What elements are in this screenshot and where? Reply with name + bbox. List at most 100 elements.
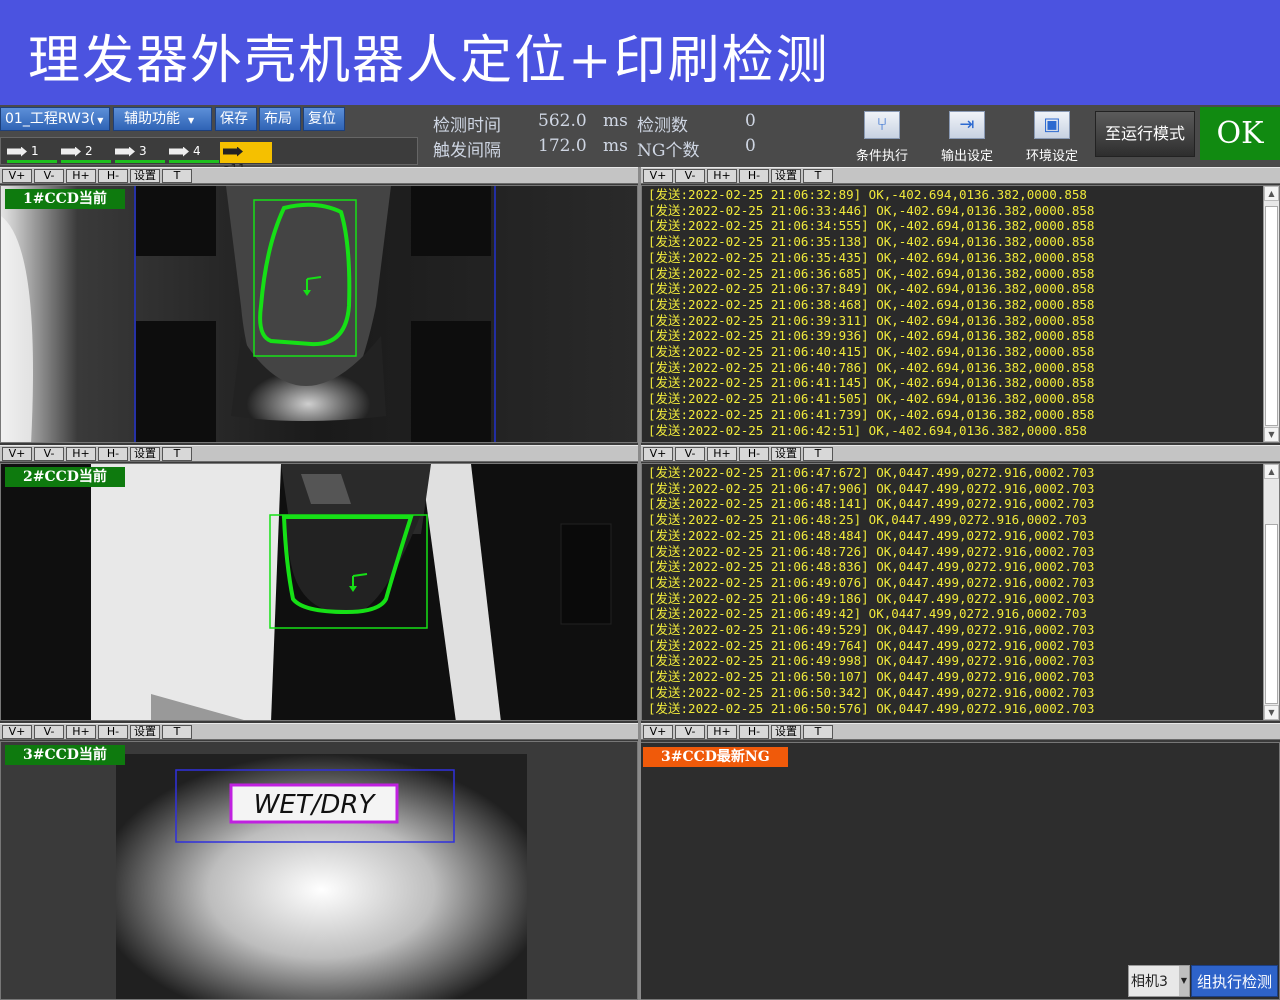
- zoom-v-plus-button[interactable]: V+: [2, 725, 32, 739]
- log2-lines: [发送:2022-02-25 21:06:47:672] OK,0447.499…: [648, 465, 1094, 716]
- zoom-h-plus-button[interactable]: H+: [66, 169, 96, 183]
- env-setting-label: 环境设定: [1025, 149, 1078, 164]
- t-button[interactable]: T: [162, 169, 192, 183]
- camera-tab-3[interactable]: 3: [115, 142, 165, 163]
- ng-toolstrip: V+ V- H+ H- 设置 T: [641, 723, 1280, 740]
- scroll-down-icon[interactable]: ▼: [1264, 427, 1279, 442]
- zoom-v-minus-button[interactable]: V-: [675, 447, 705, 461]
- t-button[interactable]: T: [803, 725, 833, 739]
- zoom-h-minus-button[interactable]: H-: [739, 725, 769, 739]
- camera-icon: [115, 146, 135, 157]
- t-button[interactable]: T: [803, 447, 833, 461]
- zoom-h-minus-button[interactable]: H-: [98, 725, 128, 739]
- zoom-v-minus-button[interactable]: V-: [34, 447, 64, 461]
- zoom-h-minus-button[interactable]: H-: [98, 169, 128, 183]
- zoom-v-plus-button[interactable]: V+: [2, 447, 32, 461]
- camera-select[interactable]: 相机3 ▼: [1128, 965, 1190, 997]
- settings-button[interactable]: 设置: [130, 447, 160, 461]
- log-line: [发送:2022-02-25 21:06:48:836] OK,0447.499…: [648, 559, 1095, 575]
- detect-count-label: 检测数: [637, 116, 688, 136]
- zoom-h-minus-button[interactable]: H-: [739, 447, 769, 461]
- ccd2-image: [1, 464, 637, 720]
- ccd3-ng-label: 3#CCD最新NG: [643, 747, 788, 767]
- output-setting-button[interactable]: ⇥ 输出设定: [933, 111, 1001, 164]
- settings-button[interactable]: 设置: [771, 725, 801, 739]
- result-status-badge: OK: [1200, 107, 1280, 160]
- camera-icon: [169, 146, 189, 157]
- chevron-down-icon: ▼: [1179, 966, 1189, 996]
- zoom-h-minus-button[interactable]: H-: [98, 447, 128, 461]
- tab-indicator: [61, 160, 111, 163]
- settings-button[interactable]: 设置: [130, 725, 160, 739]
- settings-button[interactable]: 设置: [771, 169, 801, 183]
- zoom-v-minus-button[interactable]: V-: [675, 169, 705, 183]
- log-line: [发送:2022-02-25 21:06:49:529] OK,0447.499…: [648, 622, 1095, 638]
- log-line: [发送:2022-02-25 21:06:34:555] OK,-402.694…: [648, 218, 1095, 234]
- camera-tab-1[interactable]: 1: [7, 142, 57, 163]
- camera-tab-all[interactable]: a11: [220, 142, 272, 176]
- log-line: [发送:2022-02-25 21:06:42:51] OK,-402.694,…: [648, 422, 1087, 438]
- ccd3-ng-pane[interactable]: 3#CCD最新NG: [640, 742, 1280, 1000]
- log1-scrollbar[interactable]: ▲ ▼: [1263, 186, 1279, 442]
- aux-function-button[interactable]: 辅助功能 ▼: [113, 107, 212, 131]
- detect-time-label: 检测时间: [433, 116, 501, 136]
- zoom-h-plus-button[interactable]: H+: [707, 725, 737, 739]
- ng-count-label: NG个数: [637, 141, 700, 161]
- layout-button[interactable]: 布局: [259, 107, 301, 131]
- zoom-h-plus-button[interactable]: H+: [66, 447, 96, 461]
- scroll-up-icon[interactable]: ▲: [1264, 464, 1279, 479]
- log-line: [发送:2022-02-25 21:06:41:739] OK,-402.694…: [648, 406, 1095, 422]
- ccd3-image-pane[interactable]: WET/DRY 3#CCD当前: [0, 741, 638, 1000]
- scroll-down-icon[interactable]: ▼: [1264, 705, 1279, 720]
- scroll-thumb[interactable]: [1265, 206, 1278, 426]
- camera-tab-2[interactable]: 2: [61, 142, 111, 163]
- ccd3-label: 3#CCD当前: [5, 745, 125, 765]
- zoom-h-minus-button[interactable]: H-: [739, 169, 769, 183]
- camera-tab-4[interactable]: 4: [169, 142, 219, 163]
- scroll-thumb[interactable]: [1265, 524, 1278, 704]
- log-line: [发送:2022-02-25 21:06:49:186] OK,0447.499…: [648, 590, 1095, 606]
- zoom-h-plus-button[interactable]: H+: [707, 169, 737, 183]
- log-line: [发送:2022-02-25 21:06:35:435] OK,-402.694…: [648, 249, 1095, 265]
- trigger-interval-unit: ms: [603, 136, 628, 156]
- log2-scrollbar[interactable]: ▲ ▼: [1263, 464, 1279, 720]
- env-setting-button[interactable]: ▣ 环境设定: [1018, 111, 1086, 164]
- zoom-v-plus-button[interactable]: V+: [643, 447, 673, 461]
- camera-icon: [7, 146, 27, 157]
- t-button[interactable]: T: [162, 447, 192, 461]
- zoom-v-plus-button[interactable]: V+: [643, 169, 673, 183]
- zoom-v-minus-button[interactable]: V-: [675, 725, 705, 739]
- settings-button[interactable]: 设置: [130, 169, 160, 183]
- t-button[interactable]: T: [803, 169, 833, 183]
- zoom-v-plus-button[interactable]: V+: [2, 169, 32, 183]
- camera-tab-label: 2: [85, 144, 93, 158]
- log-line: [发送:2022-02-25 21:06:32:89] OK,-402.694,…: [648, 187, 1087, 202]
- condition-exec-button[interactable]: ⑂ 条件执行: [848, 111, 916, 164]
- run-mode-button[interactable]: 至运行模式: [1095, 111, 1195, 157]
- scroll-up-icon[interactable]: ▲: [1264, 186, 1279, 201]
- ccd1-image-pane[interactable]: 1#CCD当前: [0, 185, 638, 443]
- ccd2-image-pane[interactable]: 2#CCD当前: [0, 463, 638, 721]
- zoom-h-plus-button[interactable]: H+: [66, 725, 96, 739]
- settings-button[interactable]: 设置: [771, 447, 801, 461]
- t-button[interactable]: T: [162, 725, 192, 739]
- log1-lines: [发送:2022-02-25 21:06:32:89] OK,-402.694,…: [648, 187, 1094, 438]
- save-button[interactable]: 保存: [215, 107, 257, 131]
- reset-button[interactable]: 复位: [303, 107, 345, 131]
- log-line: [发送:2022-02-25 21:06:50:342] OK,0447.499…: [648, 684, 1095, 700]
- log-line: [发送:2022-02-25 21:06:50:107] OK,0447.499…: [648, 669, 1095, 685]
- log2-panel[interactable]: [发送:2022-02-25 21:06:47:672] OK,0447.499…: [641, 463, 1280, 721]
- group-run-button[interactable]: 组执行检测: [1191, 965, 1278, 997]
- log-line: [发送:2022-02-25 21:06:38:468] OK,-402.694…: [648, 296, 1095, 312]
- zoom-v-minus-button[interactable]: V-: [34, 725, 64, 739]
- ccd1-image: [1, 186, 637, 442]
- zoom-v-plus-button[interactable]: V+: [643, 725, 673, 739]
- trigger-interval-value: 172.0: [538, 136, 587, 156]
- tab-indicator: [220, 160, 272, 163]
- zoom-v-minus-button[interactable]: V-: [34, 169, 64, 183]
- zoom-h-plus-button[interactable]: H+: [707, 447, 737, 461]
- detect-time-unit: ms: [603, 111, 628, 131]
- log-line: [发送:2022-02-25 21:06:40:415] OK,-402.694…: [648, 344, 1095, 360]
- log1-panel[interactable]: [发送:2022-02-25 21:06:32:89] OK,-402.694,…: [641, 185, 1280, 443]
- project-select[interactable]: 01_工程RW3(▼: [0, 107, 110, 131]
